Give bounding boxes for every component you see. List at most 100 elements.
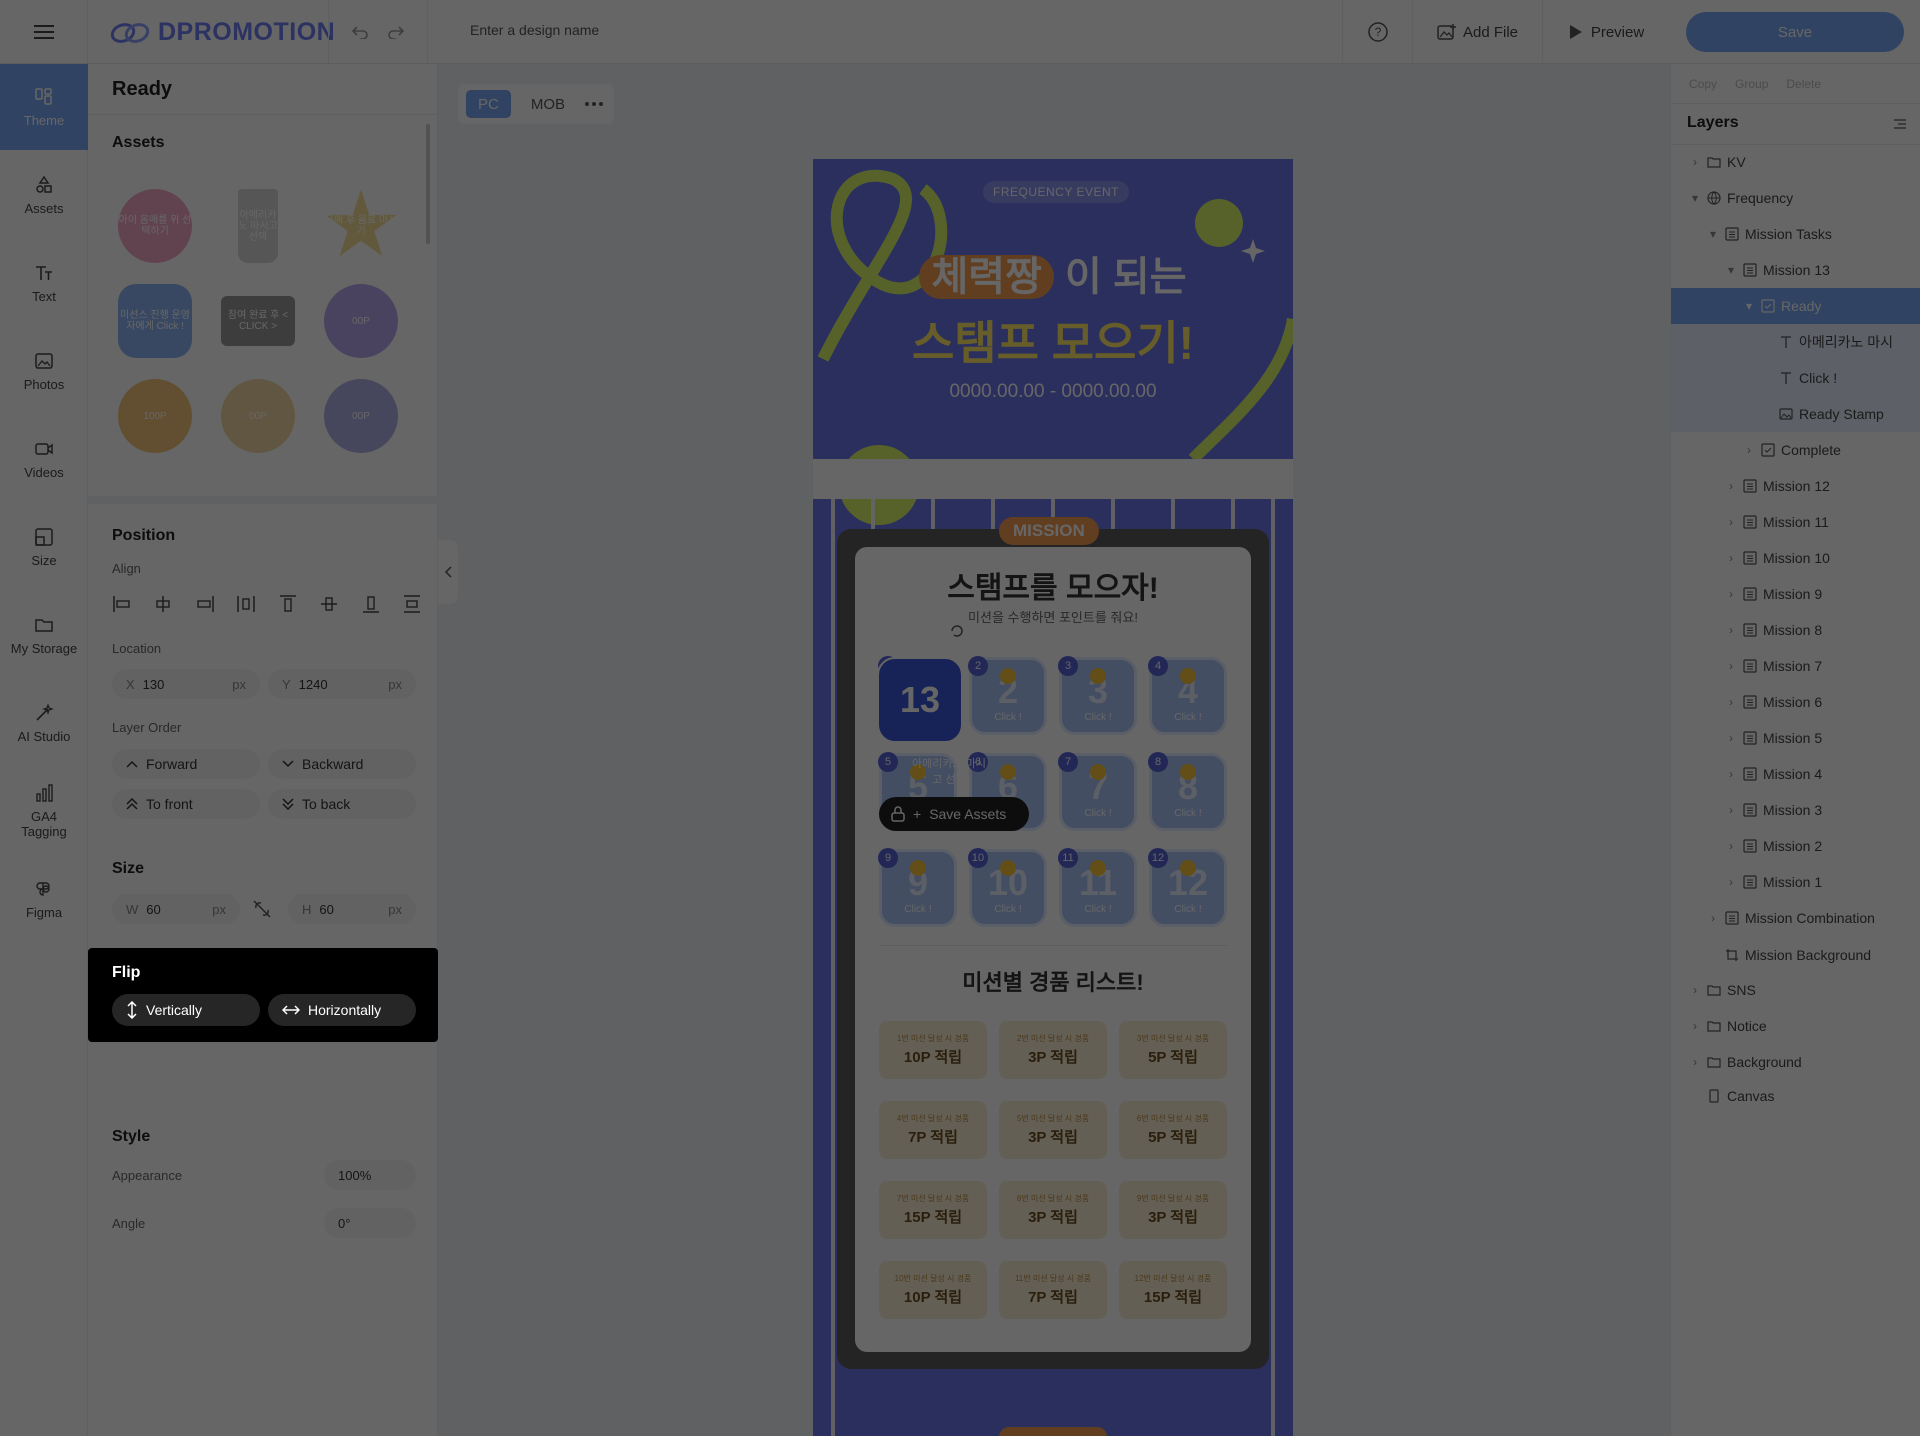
tab-mob[interactable]: MOB <box>519 90 577 118</box>
collapse-all-icon[interactable] <box>1893 118 1907 130</box>
chevron-down-icon[interactable]: ▾ <box>1725 263 1737 277</box>
collapse-panel-button[interactable] <box>438 540 458 604</box>
layer-row[interactable]: Ready Stamp <box>1671 396 1920 432</box>
chevron-right-icon[interactable]: › <box>1689 155 1701 169</box>
layer-row[interactable]: › Mission 5 <box>1671 720 1920 756</box>
distribute-v-icon[interactable] <box>402 594 422 614</box>
chevron-right-icon[interactable]: › <box>1725 479 1737 493</box>
app-logo[interactable]: DPROMOTION <box>110 18 335 47</box>
unlink-ratio-button[interactable] <box>252 900 272 923</box>
chevron-down-icon[interactable]: ▾ <box>1707 227 1719 241</box>
chevron-right-icon[interactable]: › <box>1689 983 1701 997</box>
layer-row[interactable]: › Mission 4 <box>1671 756 1920 792</box>
layer-row[interactable]: › Background <box>1671 1044 1920 1080</box>
layer-row[interactable]: ▾ Mission 13 <box>1671 252 1920 288</box>
add-file-button[interactable]: Add File <box>1412 0 1542 64</box>
delete-button[interactable]: Delete <box>1786 77 1821 91</box>
chevron-right-icon[interactable]: › <box>1725 839 1737 853</box>
chevron-right-icon[interactable]: › <box>1689 1055 1701 1069</box>
angle-field[interactable]: 0° <box>324 1208 416 1238</box>
asset-item[interactable]: 100P <box>118 379 192 453</box>
group-button[interactable]: Group <box>1735 77 1768 91</box>
layer-row[interactable]: › Mission 6 <box>1671 684 1920 720</box>
rail-size[interactable]: Size <box>0 504 88 590</box>
layer-row[interactable]: ▾ Ready <box>1671 288 1920 324</box>
asset-item[interactable]: 00P <box>324 379 398 453</box>
layer-row[interactable]: › KV <box>1671 144 1920 180</box>
flip-vertical-button[interactable]: Vertically <box>112 994 260 1026</box>
rail-videos[interactable]: Videos <box>0 416 88 502</box>
chevron-right-icon[interactable]: › <box>1725 587 1737 601</box>
menu-button[interactable] <box>0 0 88 64</box>
help-button[interactable]: ? <box>1342 0 1412 64</box>
layer-row[interactable]: › Mission 11 <box>1671 504 1920 540</box>
rail-assets[interactable]: Assets <box>0 152 88 238</box>
align-right-icon[interactable] <box>195 594 215 614</box>
chevron-right-icon[interactable]: › <box>1725 659 1737 673</box>
layer-row[interactable]: › Mission 9 <box>1671 576 1920 612</box>
more-icon[interactable] <box>585 102 604 106</box>
asset-item[interactable]: 00P <box>221 379 295 453</box>
chevron-right-icon[interactable]: › <box>1725 515 1737 529</box>
layer-row[interactable]: 아메리카노 마시 <box>1671 324 1920 360</box>
to-front-button[interactable]: To front <box>112 789 260 819</box>
layer-row[interactable]: › Mission 2 <box>1671 828 1920 864</box>
design-artboard[interactable]: FREQUENCY EVENT 체력짱 이 되는 스탬프 모으기! 0000.0… <box>813 159 1293 1436</box>
rail-figma[interactable]: Figma <box>0 856 88 942</box>
resize-handle[interactable] <box>88 496 438 504</box>
backward-button[interactable]: Backward <box>268 749 416 779</box>
asset-item[interactable]: 구매 후 음료 마시기 <box>325 189 397 257</box>
height-field[interactable]: H 60 px <box>288 894 416 924</box>
forward-button[interactable]: Forward <box>112 749 260 779</box>
chevron-right-icon[interactable]: › <box>1725 695 1737 709</box>
asset-item[interactable]: 미션스 진행 운영자에게 Click ! <box>118 284 192 358</box>
align-top-icon[interactable] <box>278 594 298 614</box>
chevron-down-icon[interactable]: ▾ <box>1689 191 1701 205</box>
layer-row[interactable]: Mission Background <box>1671 937 1920 973</box>
layer-row[interactable]: › Mission 1 <box>1671 864 1920 900</box>
chevron-right-icon[interactable]: › <box>1725 803 1737 817</box>
design-name-input[interactable]: Enter a design name <box>470 22 599 38</box>
rail-ai-studio[interactable]: AI Studio <box>0 680 88 766</box>
chevron-right-icon[interactable]: › <box>1707 911 1719 925</box>
layer-row[interactable]: Canvas <box>1671 1078 1920 1114</box>
layer-row[interactable]: ▾ Frequency <box>1671 180 1920 216</box>
tab-pc[interactable]: PC <box>466 90 511 118</box>
layer-row[interactable]: › SNS <box>1671 972 1920 1008</box>
flip-horizontal-button[interactable]: Horizontally <box>268 994 416 1026</box>
layer-row[interactable]: ▾ Mission Tasks <box>1671 216 1920 252</box>
to-back-button[interactable]: To back <box>268 789 416 819</box>
chevron-right-icon[interactable]: › <box>1725 767 1737 781</box>
rail-my-storage[interactable]: My Storage <box>0 592 88 678</box>
align-bottom-icon[interactable] <box>361 594 381 614</box>
align-center-h-icon[interactable] <box>153 594 173 614</box>
x-field[interactable]: X 130 px <box>112 669 260 699</box>
layer-row[interactable]: › Mission 7 <box>1671 648 1920 684</box>
chevron-right-icon[interactable]: › <box>1725 551 1737 565</box>
layer-row[interactable]: › Mission 8 <box>1671 612 1920 648</box>
rail-text[interactable]: Text <box>0 240 88 326</box>
layer-row[interactable]: › Mission 10 <box>1671 540 1920 576</box>
chevron-right-icon[interactable]: › <box>1725 875 1737 889</box>
rail-photos[interactable]: Photos <box>0 328 88 414</box>
width-field[interactable]: W 60 px <box>112 894 240 924</box>
layer-row[interactable]: › Complete <box>1671 432 1920 468</box>
rail-ga4-tagging[interactable]: GA4 Tagging <box>0 768 88 854</box>
undo-icon[interactable] <box>351 25 369 39</box>
scrollbar[interactable] <box>426 124 430 244</box>
align-left-icon[interactable] <box>112 594 132 614</box>
asset-item[interactable]: 00P <box>324 284 398 358</box>
chevron-right-icon[interactable]: › <box>1725 731 1737 745</box>
preview-button[interactable]: Preview <box>1542 0 1670 64</box>
layer-row[interactable]: › Mission 3 <box>1671 792 1920 828</box>
chevron-right-icon[interactable]: › <box>1725 623 1737 637</box>
redo-icon[interactable] <box>387 25 405 39</box>
asset-item[interactable]: 참여 완료 후 < CLICK > <box>221 296 295 346</box>
layer-row[interactable]: › Mission 12 <box>1671 468 1920 504</box>
chevron-right-icon[interactable]: › <box>1743 443 1755 457</box>
layer-row[interactable]: › Notice <box>1671 1008 1920 1044</box>
chevron-down-icon[interactable]: ▾ <box>1743 299 1755 313</box>
chevron-right-icon[interactable]: › <box>1689 1019 1701 1033</box>
asset-item[interactable]: 아메리카노 마시고 선택 <box>238 189 278 263</box>
layer-row[interactable]: Click ! <box>1671 360 1920 396</box>
